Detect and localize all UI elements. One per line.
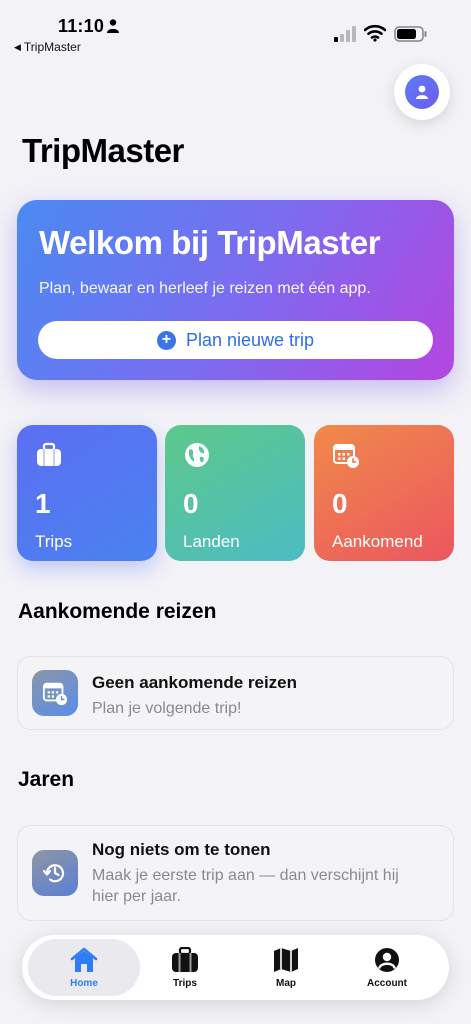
hero-subtitle: Plan, bewaar en herleef je reizen met éé… — [39, 280, 371, 297]
status-time: 11:10 — [58, 16, 105, 36]
tab-bar: Home Trips Map Account — [22, 935, 449, 1000]
upcoming-empty-subtitle: Plan je volgende trip! — [92, 700, 242, 717]
years-heading: Jaren — [18, 768, 75, 791]
tab-map-label: Map — [276, 977, 296, 989]
upcoming-empty-title: Geen aankomende reizen — [92, 673, 298, 692]
suitcase-icon — [37, 442, 61, 466]
calendar-clock-icon — [333, 444, 359, 468]
plus-circle-icon: + — [156, 330, 176, 350]
map-icon — [274, 947, 298, 972]
tab-account[interactable]: Account — [331, 939, 443, 996]
welcome-hero-card: Welkom bij TripMaster Plan, bewaar en he… — [17, 200, 454, 380]
hero-title: Welkom bij TripMaster — [39, 224, 381, 261]
upcoming-empty-card: Geen aankomende reizen Plan je volgende … — [17, 656, 454, 730]
profile-button[interactable] — [394, 64, 450, 120]
calendar-clock-icon — [32, 670, 78, 716]
plan-new-trip-button[interactable]: + Plan nieuwe trip — [38, 321, 433, 359]
back-link-label: TripMaster — [23, 40, 81, 54]
house-icon — [70, 947, 98, 972]
years-empty-title: Nog niets om te tonen — [92, 840, 271, 859]
page-title: TripMaster — [22, 132, 184, 169]
person-icon — [416, 85, 428, 99]
stat-label-landen: Landen — [183, 532, 240, 551]
stat-card-aankomend[interactable]: 0 Aankomend — [314, 425, 454, 561]
person-icon — [107, 19, 119, 33]
tab-trips-label: Trips — [173, 977, 197, 989]
years-empty-subtitle: Maak je eerste trip aan — dan verschijnt… — [92, 867, 399, 905]
tab-account-label: Account — [367, 977, 407, 989]
battery-icon — [394, 26, 427, 42]
profile-avatar — [405, 75, 439, 109]
years-empty-card: Nog niets om te tonen Maak je eerste tri… — [17, 825, 454, 921]
suitcase-icon — [172, 946, 198, 972]
stat-card-landen[interactable]: 0 Landen — [165, 425, 305, 561]
tab-home-label: Home — [70, 977, 98, 989]
stat-card-trips[interactable]: 1 Trips — [17, 425, 157, 561]
globe-icon — [185, 443, 209, 467]
tab-map[interactable]: Map — [230, 939, 342, 996]
back-triangle-icon: ◀ — [14, 41, 21, 52]
stat-label-trips: Trips — [35, 532, 73, 551]
wifi-icon — [364, 24, 386, 42]
stat-value-landen: 0 — [183, 488, 199, 519]
status-bar: 11:10 ◀ TripMaster — [0, 0, 471, 60]
upcoming-heading: Aankomende reizen — [18, 600, 217, 623]
tab-trips[interactable]: Trips — [129, 939, 241, 996]
cellular-signal-icon — [334, 26, 356, 42]
tab-home[interactable]: Home — [28, 939, 140, 996]
stat-label-aankomend: Aankomend — [332, 532, 423, 551]
history-icon — [32, 850, 78, 896]
stat-value-trips: 1 — [35, 488, 51, 519]
plan-new-trip-label: Plan nieuwe trip — [185, 329, 315, 350]
back-to-app-link[interactable]: ◀ TripMaster — [14, 40, 81, 54]
stat-value-aankomend: 0 — [332, 488, 348, 519]
account-icon — [375, 947, 399, 972]
